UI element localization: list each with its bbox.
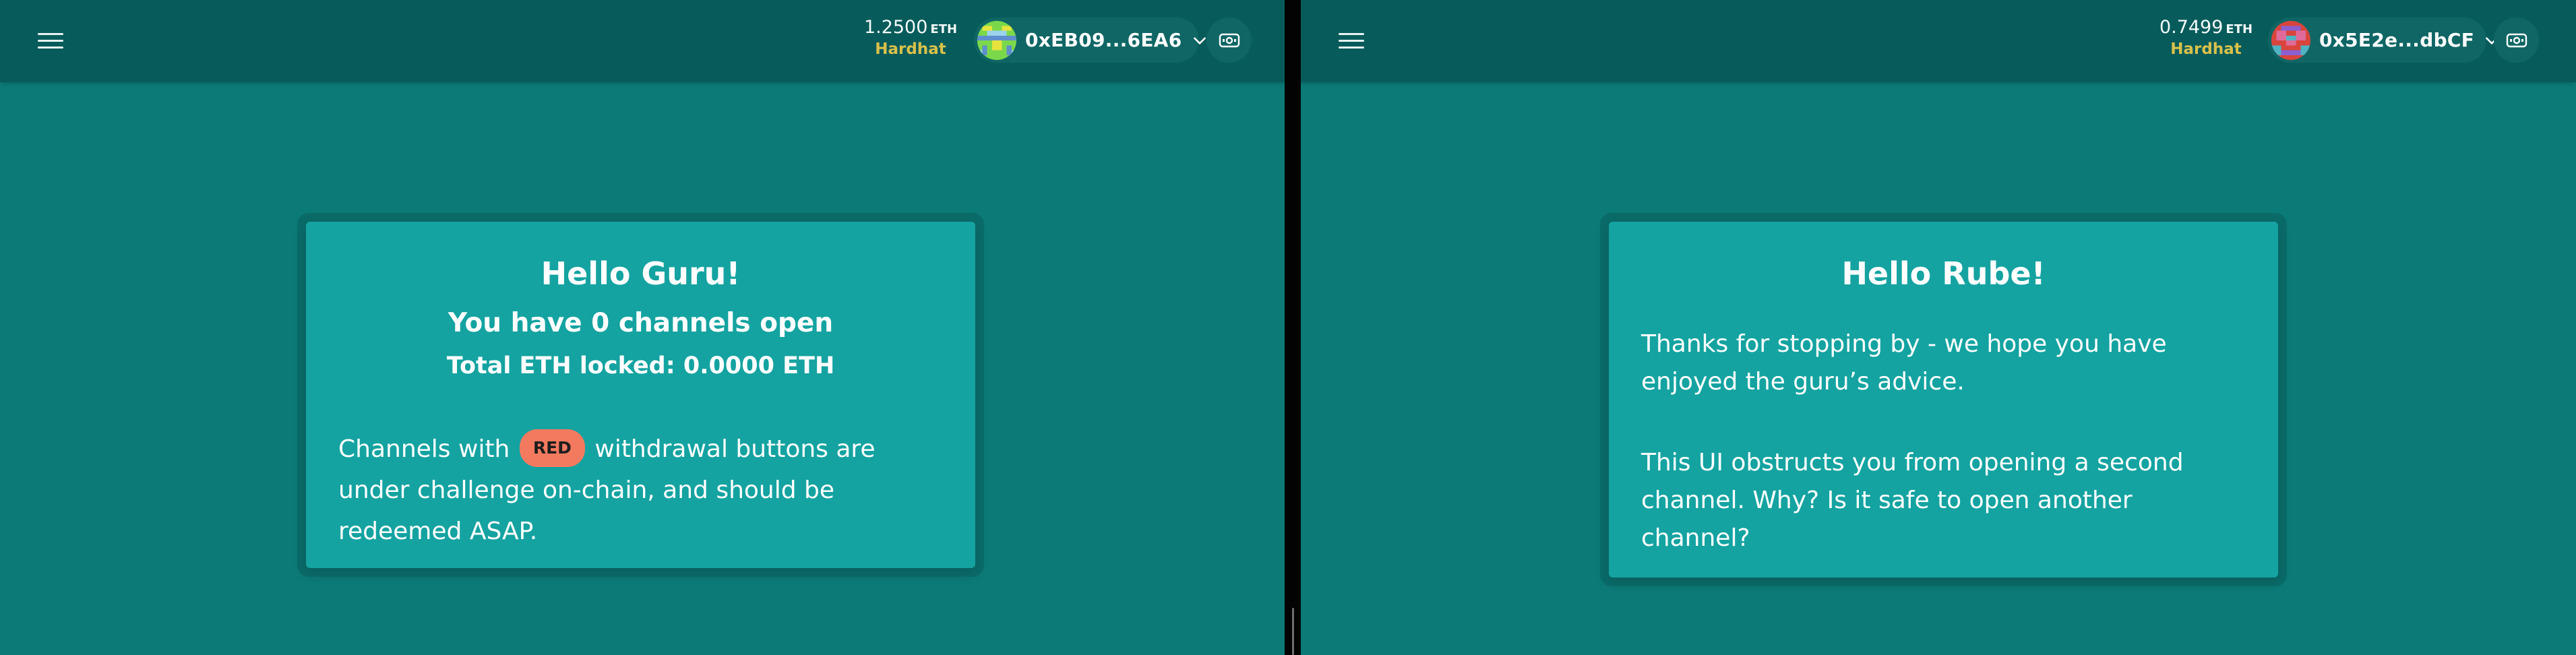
account-button[interactable]: 0x5E2e...dbCF [2268,18,2498,63]
identicon-avatar [977,20,1016,60]
guru-card: Hello Guru! You have 0 channels open Tot… [306,222,975,568]
warning-paragraph: This UI obstructs you from opening a sec… [1641,449,2184,552]
greeting-heading: Hello Rube! [1841,255,2046,292]
chevron-down-icon [1193,36,1206,44]
balance-amount: 1.2500 ETH [863,17,958,38]
account-address: 0x5E2e...dbCF [2319,29,2475,51]
balance-amount: 0.7499 ETH [2159,17,2253,38]
left-browser-pane: 1.2500 ETH Hardhat 0xEB09...6EA6 Hello G… [0,0,1285,655]
qr-code-icon [2506,33,2527,47]
account-address: 0xEB09...6EA6 [1025,29,1182,51]
rube-card: Hello Rube! Thanks for stopping by - we … [1609,222,2278,578]
network-label: Hardhat [875,40,946,58]
window-divider [1285,0,1301,655]
qr-code-icon [1219,33,1239,47]
note-text-before: Channels with [338,435,510,463]
challenge-note: Channels with RED withdrawal buttons are… [338,429,952,552]
network-label: Hardhat [2170,40,2242,58]
red-badge: RED [519,429,585,467]
identicon-avatar [2271,20,2310,60]
wallet-balance: 0.7499 ETH Hardhat [2152,18,2260,58]
qr-code-button[interactable] [2494,18,2539,63]
wallet-balance: 1.2500 ETH Hardhat [853,18,968,58]
right-browser-pane: 0.7499 ETH Hardhat 0x5E2e...dbCF Hello R… [1301,0,2576,655]
channels-open-count: You have 0 channels open [448,308,834,338]
account-button[interactable]: 0xEB09...6EA6 [974,18,1206,63]
qr-code-button[interactable] [1206,18,1252,63]
hamburger-menu-icon[interactable] [34,27,67,54]
hamburger-menu-icon[interactable] [1335,27,1368,54]
thanks-paragraph: Thanks for stopping by - we hope you hav… [1641,330,2167,396]
app-header: 0.7499 ETH Hardhat 0x5E2e...dbCF [1301,0,2576,82]
app-header: 1.2500 ETH Hardhat 0xEB09...6EA6 [0,0,1285,82]
scrollbar-thumb[interactable] [1292,608,1294,655]
total-eth-locked: Total ETH locked: 0.0000 ETH [446,352,835,379]
greeting-heading: Hello Guru! [541,255,741,292]
